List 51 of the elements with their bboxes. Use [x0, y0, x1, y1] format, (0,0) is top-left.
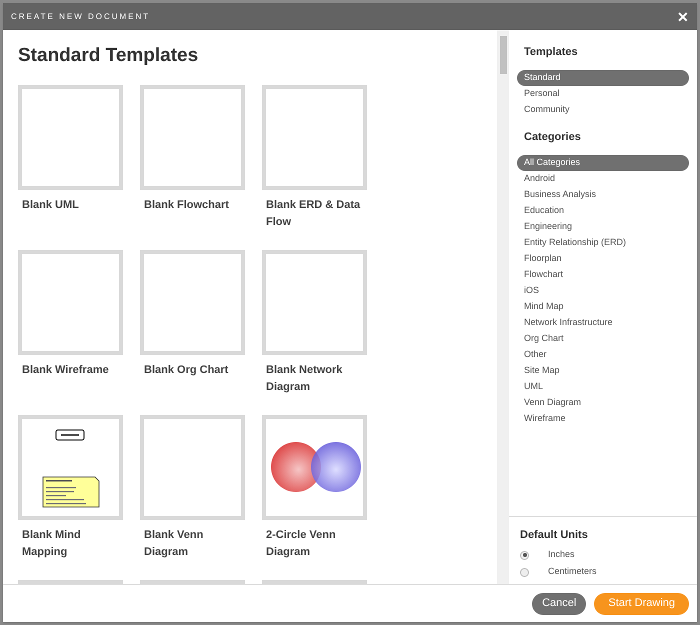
template-label: Blank Org Chart — [143, 362, 230, 378]
template-label: Blank ERD & Data Flow — [265, 198, 362, 230]
sidebar-item[interactable]: Network Infrastructure — [517, 315, 689, 331]
sidebar-item[interactable]: UML — [517, 379, 689, 395]
sidebar-item[interactable]: Personal — [517, 86, 689, 102]
template-card[interactable]: Blank Wireframe — [18, 250, 123, 414]
sidebar-item[interactable]: All Categories — [517, 155, 689, 171]
unit-label: Centimeters — [548, 565, 597, 578]
sidebar-item[interactable]: Wireframe — [517, 411, 689, 427]
template-card[interactable]: Blank Venn Diagram — [140, 414, 245, 580]
sidebar-heading: Categories — [523, 130, 582, 144]
sidebar-item[interactable]: Org Chart — [517, 331, 689, 347]
sidebar-item[interactable]: Standard — [517, 70, 689, 86]
template-label: Blank Flowchart — [143, 198, 230, 212]
sidebar-heading: Templates — [523, 45, 579, 60]
template-label: Blank Mind Mapping — [21, 528, 82, 560]
sidebar-item[interactable]: iOS — [517, 283, 689, 299]
radio-button[interactable] — [520, 568, 529, 576]
template-label: Blank Venn Diagram — [143, 528, 204, 560]
template-card[interactable]: Blank UML — [18, 84, 123, 250]
sidebar-item[interactable]: Education — [517, 203, 689, 219]
template-label: Blank UML — [21, 198, 80, 212]
sidebar-item[interactable]: Flowchart — [517, 267, 689, 283]
template-card[interactable]: Blank Flowchart — [140, 84, 245, 250]
sidebar-item[interactable]: Business Analysis — [517, 187, 689, 203]
sidebar-item[interactable]: Engineering — [517, 219, 689, 235]
dialog-title: CREATE NEW DOCUMENT — [11, 10, 150, 22]
units-heading: Default Units — [520, 528, 589, 543]
cancel-button[interactable]: Cancel — [532, 592, 586, 614]
sidebar-item[interactable]: Site Map — [517, 363, 689, 379]
close-button[interactable]: ✕ — [677, 10, 689, 24]
template-label: 2-Circle Venn Diagram — [265, 528, 337, 560]
sidebar-item[interactable]: Android — [517, 171, 689, 187]
template-card[interactable]: Blank Org Chart — [140, 250, 245, 414]
section-heading: Standard Templates — [18, 44, 200, 68]
scrollbar[interactable] — [497, 30, 509, 584]
scrollbar-thumb[interactable] — [500, 36, 506, 74]
template-card[interactable]: Blank ERD & Data Flow — [262, 84, 367, 250]
sidebar-item[interactable]: Venn Diagram — [517, 395, 689, 411]
sidebar-item[interactable]: Other — [517, 347, 689, 363]
unit-label: Inches — [548, 548, 575, 562]
sidebar-item[interactable]: Floorplan — [517, 251, 689, 267]
template-label: Blank Wireframe — [21, 362, 110, 378]
template-label: Blank Network Diagram — [265, 362, 344, 394]
template-card[interactable]: Blank Mind Mapping — [18, 414, 123, 580]
sidebar-item[interactable]: Entity Relationship (ERD) — [517, 235, 689, 251]
template-card[interactable]: Blank Network Diagram — [262, 250, 367, 414]
sidebar-item[interactable]: Community — [517, 102, 689, 118]
template-card[interactable]: 2-Circle Venn Diagram — [262, 414, 367, 580]
radio-button[interactable] — [520, 550, 529, 560]
sidebar-item[interactable]: Mind Map — [517, 299, 689, 315]
